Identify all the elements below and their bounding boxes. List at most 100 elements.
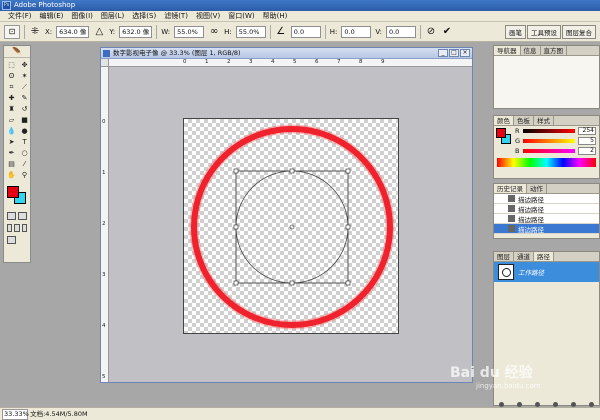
tab-history[interactable]: 历史记录 bbox=[494, 184, 527, 193]
transform-handle[interactable] bbox=[233, 168, 239, 174]
transform-handle[interactable] bbox=[345, 280, 351, 286]
brush-tool-icon[interactable]: ✎ bbox=[18, 93, 31, 103]
path-selection-tool-icon[interactable]: ➤ bbox=[5, 137, 18, 147]
color-slider-g[interactable]: G 5 bbox=[512, 136, 599, 146]
width-field[interactable]: 55.0% bbox=[174, 25, 205, 38]
screen-mode-standard-icon[interactable] bbox=[7, 224, 13, 232]
tab-navigator[interactable]: 导航器 bbox=[494, 46, 521, 55]
tab-actions[interactable]: 动作 bbox=[527, 184, 547, 193]
history-state[interactable]: 描边路径 bbox=[494, 214, 599, 224]
color-slider-b[interactable]: B 2 bbox=[512, 146, 599, 156]
blur-tool-icon[interactable]: 💧 bbox=[5, 126, 18, 136]
tab-styles[interactable]: 样式 bbox=[534, 116, 554, 125]
menu-file[interactable]: 文件(F) bbox=[4, 11, 36, 22]
shape-tool-icon[interactable]: ○ bbox=[18, 148, 31, 158]
y-field[interactable]: 632.0 像 bbox=[119, 25, 153, 38]
transform-handle[interactable] bbox=[345, 224, 351, 230]
zoom-tool-icon[interactable]: ⚲ bbox=[18, 170, 31, 180]
document-titlebar[interactable]: 数字影视电子像 @ 33.3% (图层 1, RGB/8) _ □ × bbox=[101, 48, 472, 59]
notes-tool-icon[interactable]: ▤ bbox=[5, 159, 18, 169]
eyedropper-tool-icon[interactable]: ⁄ bbox=[18, 159, 31, 169]
blue-value-field[interactable]: 2 bbox=[578, 147, 596, 155]
transform-handle[interactable] bbox=[345, 168, 351, 174]
vertical-ruler[interactable]: 0 1 2 3 4 5 bbox=[101, 67, 109, 382]
history-brush-tool-icon[interactable]: ↺ bbox=[18, 104, 31, 114]
menu-filter[interactable]: 滤镜(T) bbox=[160, 11, 192, 22]
tool-preset-picker[interactable]: ⊡ bbox=[4, 24, 20, 39]
vskew-field[interactable]: 0.0 bbox=[385, 25, 416, 38]
menu-view[interactable]: 视图(V) bbox=[192, 11, 224, 22]
magic-wand-tool-icon[interactable]: ✶ bbox=[18, 71, 31, 81]
menu-select[interactable]: 选择(S) bbox=[128, 11, 160, 22]
menu-image[interactable]: 图像(I) bbox=[67, 11, 97, 22]
tab-histogram[interactable]: 直方图 bbox=[541, 46, 567, 55]
menu-edit[interactable]: 编辑(E) bbox=[36, 11, 68, 22]
pen-tool-icon[interactable]: ✒ bbox=[5, 148, 18, 158]
hskew-field[interactable]: 0.0 bbox=[341, 25, 372, 38]
close-icon[interactable]: × bbox=[460, 49, 470, 57]
slice-tool-icon[interactable]: ⟋ bbox=[18, 82, 31, 92]
ruler-origin[interactable] bbox=[101, 59, 109, 67]
image-canvas[interactable] bbox=[183, 118, 399, 334]
relative-position-icon[interactable]: △ bbox=[93, 26, 105, 38]
blue-slider-track[interactable] bbox=[523, 149, 575, 153]
screen-mode-full-icon[interactable] bbox=[14, 224, 20, 232]
menu-window[interactable]: 窗口(W) bbox=[224, 11, 258, 22]
reference-point-icon[interactable]: ⁜ bbox=[29, 26, 41, 38]
transform-handle[interactable] bbox=[289, 168, 295, 174]
gradient-tool-icon[interactable]: ■ bbox=[18, 115, 31, 125]
standard-mode-icon[interactable] bbox=[7, 212, 16, 220]
work-path-item[interactable]: 工作路径 bbox=[494, 262, 599, 282]
transform-handle[interactable] bbox=[289, 280, 295, 286]
eraser-tool-icon[interactable]: ▱ bbox=[5, 115, 18, 125]
palette-tab-brushes[interactable]: 画笔 bbox=[505, 25, 526, 39]
transform-handle[interactable] bbox=[233, 224, 239, 230]
zoom-level-field[interactable]: 33.33% bbox=[2, 409, 29, 420]
quick-mask-icon[interactable] bbox=[18, 212, 27, 220]
feather-icon[interactable]: 🪶 bbox=[4, 46, 30, 58]
green-slider-track[interactable] bbox=[523, 139, 575, 143]
checkmark-icon[interactable]: ✔ bbox=[441, 26, 453, 38]
crop-tool-icon[interactable]: ⌗ bbox=[5, 82, 18, 92]
green-value-field[interactable]: 5 bbox=[578, 137, 596, 145]
type-tool-icon[interactable]: T bbox=[18, 137, 31, 147]
angle-field[interactable]: 0.0 bbox=[290, 25, 321, 38]
tab-paths[interactable]: 路径 bbox=[534, 252, 554, 261]
foreground-color-swatch[interactable] bbox=[7, 186, 19, 198]
history-state-current[interactable]: 描边路径 bbox=[494, 224, 599, 234]
color-spectrum-bar[interactable] bbox=[497, 158, 596, 167]
lasso-tool-icon[interactable]: ʘ bbox=[5, 71, 18, 81]
menu-help[interactable]: 帮助(H) bbox=[259, 11, 292, 22]
x-field[interactable]: 634.0 像 bbox=[56, 25, 90, 38]
navigator-preview[interactable] bbox=[494, 56, 599, 108]
transform-handle[interactable] bbox=[233, 280, 239, 286]
red-value-field[interactable]: 254 bbox=[578, 127, 596, 135]
color-slider-r[interactable]: R 254 bbox=[512, 126, 599, 136]
transform-bounding-box[interactable] bbox=[235, 170, 349, 284]
history-state[interactable]: 描边路径 bbox=[494, 194, 599, 204]
tab-layers[interactable]: 图层 bbox=[494, 252, 514, 261]
horizontal-ruler[interactable]: 0 1 2 3 4 5 6 7 8 9 bbox=[109, 59, 472, 67]
document-size-info[interactable]: 文档:4.54M/5.80M bbox=[30, 410, 88, 418]
tab-info[interactable]: 信息 bbox=[521, 46, 541, 55]
tab-color[interactable]: 颜色 bbox=[494, 116, 514, 125]
move-tool-icon[interactable]: ✥ bbox=[18, 60, 31, 70]
screen-mode-full-black-icon[interactable] bbox=[21, 224, 27, 232]
height-field[interactable]: 55.0% bbox=[235, 25, 266, 38]
history-state[interactable]: 描边路径 bbox=[494, 204, 599, 214]
cancel-icon[interactable]: ⊘ bbox=[425, 26, 437, 38]
minimize-icon[interactable]: _ bbox=[438, 49, 448, 57]
link-icon[interactable]: ∞ bbox=[208, 26, 220, 38]
tab-channels[interactable]: 通道 bbox=[514, 252, 534, 261]
red-slider-track[interactable] bbox=[523, 129, 575, 133]
transform-center-point[interactable] bbox=[289, 224, 295, 230]
marquee-tool-icon[interactable]: ⬚ bbox=[5, 60, 18, 70]
hand-tool-icon[interactable]: ✋ bbox=[5, 170, 18, 180]
palette-tab-tool-presets[interactable]: 工具预设 bbox=[527, 25, 561, 39]
palette-tab-layer-comps[interactable]: 图层复合 bbox=[562, 25, 596, 39]
maximize-icon[interactable]: □ bbox=[449, 49, 459, 57]
tab-swatches[interactable]: 色板 bbox=[514, 116, 534, 125]
dodge-tool-icon[interactable]: ● bbox=[18, 126, 31, 136]
color-panel-foreground[interactable] bbox=[496, 128, 506, 138]
clone-stamp-tool-icon[interactable]: ♜ bbox=[5, 104, 18, 114]
